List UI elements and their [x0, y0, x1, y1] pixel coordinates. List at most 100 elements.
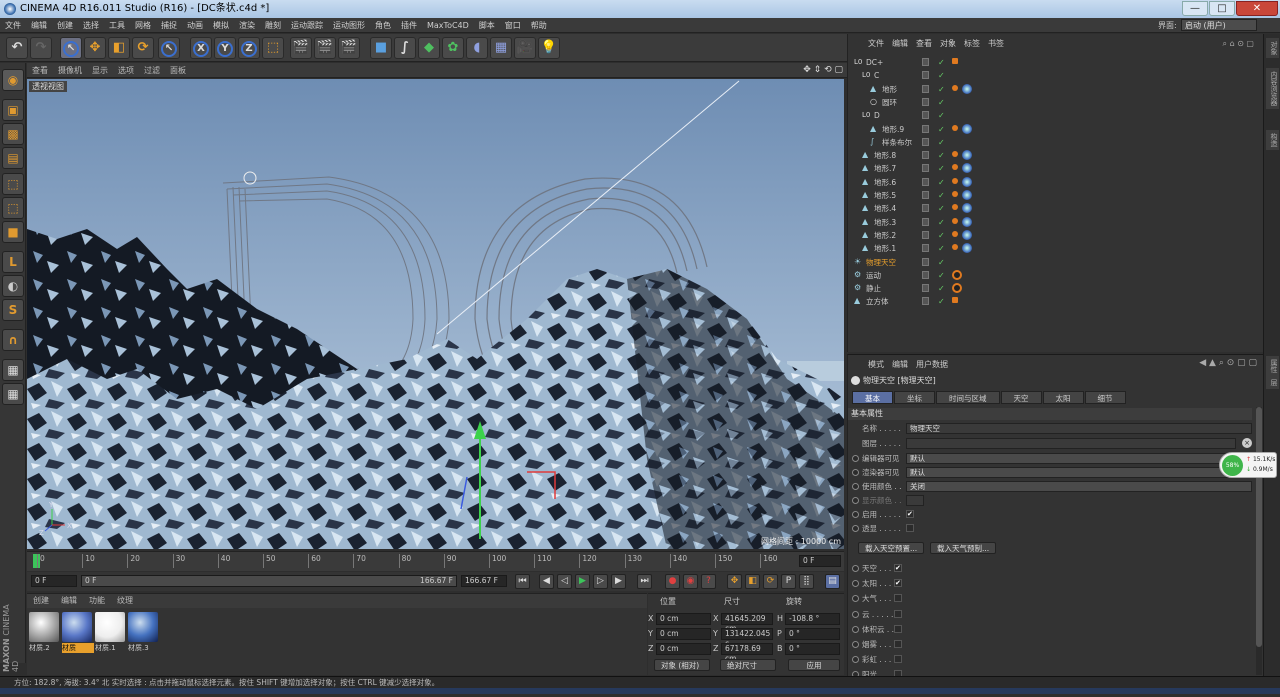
layout-select[interactable]: 启动 (用户) [1181, 19, 1257, 31]
viewport-menu-filter[interactable]: 过滤 [139, 63, 165, 78]
menu-mograph[interactable]: 运动图形 [328, 18, 370, 33]
phong-tag-icon[interactable] [952, 191, 958, 197]
viewport-menu-display[interactable]: 显示 [87, 63, 113, 78]
material-tag-icon[interactable] [962, 216, 972, 227]
attr-toggle-radio[interactable] [852, 641, 859, 648]
enabled-check-icon[interactable]: ✓ [938, 176, 945, 189]
dynamics-tag-icon[interactable] [952, 269, 962, 280]
layer-visibility-toggle[interactable] [922, 164, 929, 173]
camera-button[interactable]: 🎥 [514, 37, 536, 59]
object-row[interactable]: ▲ 地形.6 ✓ [848, 176, 1264, 189]
size-mode-select[interactable]: 绝对尺寸 [720, 659, 776, 671]
size-y-field[interactable]: 131422.045 c [721, 628, 773, 648]
object-row[interactable]: ∫ 样条布尔 ✓ [848, 136, 1264, 149]
attr-toggle-radio[interactable] [852, 565, 859, 572]
size-z-field[interactable]: 67178.69 cm [721, 643, 773, 663]
z-axis-button[interactable]: Z [238, 37, 260, 59]
light-button[interactable]: 💡 [538, 37, 560, 59]
attr-toggle-checkbox[interactable] [894, 624, 902, 633]
material-tag-icon[interactable] [962, 190, 972, 200]
layer-visibility-toggle[interactable] [922, 124, 929, 133]
object-row[interactable]: ▲ 地形.1 ✓ [848, 242, 1264, 255]
object-name[interactable]: 样条布尔 [882, 136, 912, 149]
attr-render-visible-select[interactable]: 默认 [906, 467, 1252, 478]
deformer-button[interactable]: ◖ [466, 37, 488, 59]
menu-animate[interactable]: 动画 [182, 18, 208, 33]
coord-mode-select[interactable]: 对象 (相对) [654, 659, 710, 671]
side-tab-objects[interactable]: 对象 [1266, 38, 1279, 58]
side-tab-structure[interactable]: 构造 [1266, 130, 1279, 150]
object-name[interactable]: 运动 [866, 269, 881, 282]
material-menu-create[interactable]: 创建 [27, 594, 55, 608]
object-row[interactable]: ▲ 地形.4 ✓ [848, 202, 1264, 215]
material-tag-icon[interactable] [962, 163, 972, 174]
render-view-button[interactable]: 🎬 [290, 37, 312, 59]
x-axis-button[interactable]: X [190, 37, 212, 59]
menu-mesh[interactable]: 网格 [130, 18, 156, 33]
objmgr-menu-bookmarks[interactable]: 书签 [984, 37, 1008, 51]
edges-mode-button[interactable]: ⬚ [2, 197, 24, 219]
side-tab-attributes[interactable]: 属性 [1266, 356, 1279, 376]
material-tag-icon[interactable] [962, 203, 972, 214]
enabled-check-icon[interactable]: ✓ [938, 202, 945, 215]
make-editable-button[interactable]: ◉ [2, 69, 24, 91]
model-mode-button[interactable]: ▣ [2, 99, 24, 121]
material-tag-icon[interactable] [962, 229, 972, 240]
scale-button[interactable]: ◧ [108, 37, 130, 59]
render-picture-viewer-button[interactable]: 🎬 [314, 37, 336, 59]
preview-range-slider[interactable]: 0 F 166.67 F [81, 575, 457, 587]
attr-toggle-radio[interactable] [852, 580, 859, 588]
maximize-button[interactable]: □ [1209, 1, 1235, 16]
phong-tag-icon[interactable] [952, 177, 958, 184]
attr-scrollbar-thumb[interactable] [1256, 407, 1262, 647]
attr-menu-userdata[interactable]: 用户数据 [912, 359, 952, 371]
attr-use-color-radio[interactable] [852, 483, 859, 490]
material-menu-texture[interactable]: 纹理 [111, 594, 139, 608]
objmgr-menu-objects[interactable]: 对象 [936, 37, 960, 51]
layer-visibility-toggle[interactable] [922, 257, 929, 266]
tab-basic[interactable]: 基本 [852, 391, 893, 404]
phong-tag-icon[interactable] [952, 217, 958, 224]
menu-sculpt[interactable]: 雕刻 [260, 18, 286, 33]
attr-toggle-radio[interactable] [852, 595, 859, 603]
layer-visibility-toggle[interactable] [922, 270, 929, 279]
menu-file[interactable]: 文件 [0, 18, 26, 33]
object-row[interactable]: L0 C ✓ [848, 69, 1264, 82]
object-name[interactable]: 地形.5 [874, 189, 896, 202]
object-name[interactable]: 地形.9 [882, 123, 904, 136]
attr-render-visible-radio[interactable] [852, 469, 859, 476]
enabled-check-icon[interactable]: ✓ [938, 242, 945, 255]
attr-name-input[interactable]: 物理天空 [906, 423, 1252, 434]
tab-sun[interactable]: 太阳 [1042, 391, 1084, 404]
rotation-p-field[interactable]: 0 ° [785, 628, 840, 640]
attr-scrollbar[interactable] [1256, 407, 1262, 675]
apply-button[interactable]: 应用 [788, 659, 840, 671]
enabled-check-icon[interactable]: ✓ [938, 282, 945, 295]
layer-link-icon[interactable]: × [1242, 438, 1252, 448]
render-settings-button[interactable]: 🎬 [338, 37, 360, 59]
key-pla-button[interactable]: ⣿ [799, 574, 814, 589]
tab-sky[interactable]: 天空 [1000, 391, 1042, 404]
object-row[interactable]: ▲ 地形.8 ✓ [848, 149, 1264, 162]
attr-toggle-checkbox[interactable]: ✔ [894, 579, 902, 588]
attr-toggle-checkbox[interactable]: ✔ [894, 564, 902, 572]
enabled-check-icon[interactable]: ✓ [938, 69, 945, 82]
attr-use-color-select[interactable]: 关闭 [906, 481, 1252, 492]
layer-visibility-toggle[interactable] [922, 297, 929, 306]
material-swatch-1[interactable] [95, 612, 125, 642]
position-x-field[interactable]: 0 cm [656, 613, 711, 625]
phong-tag-icon[interactable] [952, 164, 958, 171]
texture-mode-button[interactable]: ▩ [2, 123, 24, 145]
menu-window[interactable]: 窗口 [500, 18, 526, 33]
subdivision-button[interactable]: ◆ [418, 37, 440, 59]
attr-xray-checkbox[interactable] [906, 524, 914, 532]
menu-script[interactable]: 脚本 [474, 18, 500, 33]
tweak-mode-button[interactable]: ◐ [2, 275, 24, 297]
points-mode-button[interactable]: ⬚ [2, 173, 24, 195]
attr-toggle-checkbox[interactable] [894, 655, 902, 664]
enabled-check-icon[interactable]: ✓ [938, 56, 945, 69]
magnet-button[interactable]: ∩ [2, 329, 24, 351]
minimize-button[interactable]: — [1182, 1, 1208, 16]
phong-tag-icon[interactable] [952, 84, 958, 91]
size-x-field[interactable]: 41645.209 cm [721, 613, 773, 633]
